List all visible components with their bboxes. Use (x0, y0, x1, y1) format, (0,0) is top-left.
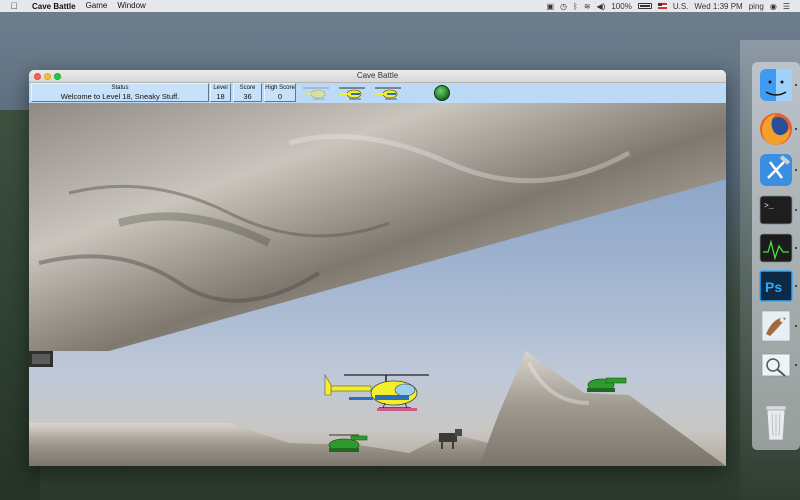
status-panel: Status Welcome to Level 18, Sneaky Stuff… (31, 83, 209, 102)
status-label: Status (111, 85, 129, 91)
apple-menu-icon[interactable]:  (6, 1, 22, 11)
screen-icon[interactable]: ▣ (546, 2, 554, 11)
running-indicator (795, 364, 797, 366)
enemy-tank-icon (587, 377, 627, 392)
dock: >_ Ps (752, 62, 800, 450)
menubar-clock[interactable]: Wed 1:39 PM (694, 2, 742, 11)
running-indicator (795, 209, 797, 211)
terminal-glyph: >_ (764, 202, 774, 211)
trash-icon[interactable] (765, 405, 787, 441)
life-helicopter-icon (339, 87, 365, 100)
high-score-label: High Score (265, 85, 295, 91)
time-machine-icon[interactable]: ◷ (560, 2, 567, 11)
us-flag-icon[interactable] (657, 3, 667, 9)
score-panel: Score 36 (233, 83, 262, 102)
menu-bar:  Cave Battle Game Window ▣ ◷ ᛒ ≋ ◀) 100… (0, 0, 800, 12)
game-canvas[interactable] (29, 103, 726, 466)
status-text: Welcome to Level 18, Sneaky Stuff. (60, 92, 180, 101)
battery-icon[interactable] (637, 3, 652, 9)
menubar-user[interactable]: ping (749, 2, 764, 11)
game-scene (29, 103, 726, 466)
running-indicator (795, 285, 797, 287)
volume-icon[interactable]: ◀) (597, 2, 606, 11)
level-value: 18 (216, 92, 225, 101)
mail-icon[interactable] (761, 310, 791, 342)
running-indicator (795, 325, 797, 327)
menu-extras: ▣ ◷ ᛒ ≋ ◀) 100% U.S. Wed 1:39 PM ping ◉ … (546, 0, 790, 12)
wall-turret-icon (29, 351, 53, 367)
siri-icon[interactable]: ◉ (770, 2, 777, 11)
running-indicator (795, 128, 797, 130)
life-helicopter-icon (303, 87, 329, 100)
firefox-icon[interactable] (760, 113, 792, 145)
running-indicator (795, 247, 797, 249)
menu-app-name[interactable]: Cave Battle (32, 2, 76, 11)
input-source[interactable]: U.S. (673, 2, 689, 11)
bomb-indicator-icon[interactable] (434, 85, 450, 101)
notification-center-icon[interactable]: ☰ (783, 2, 790, 11)
high-score-value: 0 (277, 92, 283, 101)
life-helicopter-icon (375, 87, 401, 100)
game-window: Cave Battle Status Welcome to Level 18, … (29, 70, 726, 466)
player-helicopter-icon (324, 373, 429, 411)
running-indicator (795, 84, 797, 86)
wifi-icon[interactable]: ≋ (584, 2, 591, 11)
bluetooth-icon[interactable]: ᛒ (573, 2, 578, 11)
finder-icon[interactable] (760, 69, 792, 101)
level-panel: Level 18 (210, 83, 231, 102)
menu-window[interactable]: Window (117, 0, 145, 12)
photoshop-label: Ps (765, 279, 782, 295)
high-score-panel: High Score 0 (264, 83, 296, 102)
running-indicator (795, 169, 797, 171)
xcode-icon[interactable] (760, 154, 792, 186)
battery-percent[interactable]: 100% (611, 2, 631, 11)
cave-floor-rock (29, 423, 489, 466)
window-title: Cave Battle (356, 71, 399, 80)
activity-monitor-icon[interactable] (759, 233, 793, 263)
menu-game[interactable]: Game (86, 0, 108, 12)
title-bar[interactable]: Cave Battle (29, 70, 726, 83)
preview-icon[interactable] (761, 353, 791, 377)
lives-remaining (303, 87, 401, 100)
terminal-icon[interactable]: >_ (759, 195, 793, 225)
photoshop-icon[interactable]: Ps (759, 270, 793, 302)
score-label: Score (239, 85, 256, 91)
hud-bar: Status Welcome to Level 18, Sneaky Stuff… (29, 83, 726, 103)
score-value: 36 (243, 92, 252, 101)
level-label: Level (213, 85, 228, 91)
rock-mountain (479, 351, 726, 466)
